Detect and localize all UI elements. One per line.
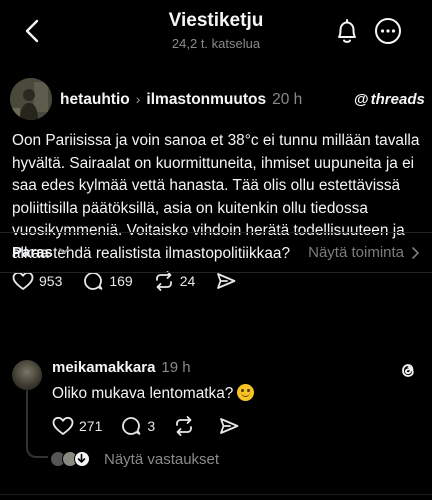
top-bar: Viestiketju 24,2 t. katselua: [0, 0, 432, 62]
title-block: Viestiketju 24,2 t. katselua: [0, 10, 432, 51]
reply-text: Oliko mukava lentomatka?: [52, 385, 234, 402]
reply-body: Oliko mukava lentomatka?: [52, 384, 255, 403]
divider: [0, 272, 432, 273]
reply-meta: meikamakkara 19 h: [52, 359, 191, 376]
more-options-icon[interactable]: [374, 17, 402, 45]
reply-author-username[interactable]: meikamakkara: [52, 359, 155, 376]
threads-brand[interactable]: @ threads: [354, 91, 425, 108]
reply-timestamp: 19 h: [161, 359, 191, 376]
send-icon: [217, 273, 236, 289]
reply-comment-button[interactable]: 3: [120, 415, 155, 437]
repost-count: 24: [179, 273, 196, 289]
sort-bar: Paras Näytä toiminta: [0, 232, 432, 272]
post-topic-tag[interactable]: ilmastonmuutos: [146, 91, 266, 108]
threads-logo-icon: @: [354, 91, 369, 108]
like-count: 953: [39, 273, 63, 289]
comment-icon: [122, 417, 141, 435]
reply-author-avatar[interactable]: [12, 360, 42, 390]
view-count: 24,2 t. katselua: [171, 36, 261, 51]
reply-like-button[interactable]: 271: [52, 416, 102, 436]
reply-comment-count: 3: [147, 418, 156, 434]
view-replies-label: Näytä vastaukset: [104, 450, 220, 468]
reply-repost-button[interactable]: [173, 415, 200, 437]
avatar-photo-icon: [10, 78, 52, 120]
bell-icon[interactable]: [333, 16, 361, 46]
view-replies-link[interactable]: Näytä vastaukset: [50, 448, 219, 470]
comment-icon: [84, 272, 103, 290]
post-meta: hetauhtio › ilmastonmuutos 20 h: [60, 91, 302, 109]
repost-icon: [176, 416, 193, 436]
heart-icon: [12, 271, 34, 290]
chevron-down-icon[interactable]: [58, 246, 70, 256]
reply-share-button[interactable]: [218, 415, 245, 437]
replier-avatar: [74, 451, 90, 467]
threads-logo-icon[interactable]: [398, 360, 418, 380]
send-icon: [220, 418, 239, 434]
repost-button[interactable]: 24: [153, 270, 196, 292]
reply-actions: 271 3: [52, 414, 263, 438]
post-timestamp: 20 h: [272, 91, 303, 108]
view-activity-label: Näytä toiminta: [308, 244, 404, 261]
sort-dropdown[interactable]: Paras: [12, 244, 53, 261]
share-button[interactable]: [215, 270, 242, 292]
heart-icon: [52, 416, 74, 435]
arrow-down-icon: [77, 453, 86, 463]
page-title: Viestiketju: [168, 10, 264, 31]
thread-connector-curve: [26, 438, 48, 458]
view-activity-link[interactable]: Näytä toiminta: [308, 244, 420, 261]
replier-avatars: [50, 449, 96, 469]
post-author-avatar[interactable]: [10, 78, 52, 120]
chevron-right-icon: [412, 246, 419, 259]
comment-button[interactable]: 169: [82, 270, 133, 292]
repost-icon: [155, 271, 172, 291]
divider: [0, 494, 432, 495]
smile-emoji-icon: [237, 384, 255, 401]
post-author-username[interactable]: hetauhtio: [60, 91, 130, 108]
chevron-right-icon: ›: [135, 91, 141, 107]
comment-count: 169: [109, 273, 133, 289]
like-button[interactable]: 953: [12, 271, 62, 291]
reply-like-count: 271: [79, 418, 103, 434]
threads-brand-label: threads: [370, 91, 425, 108]
